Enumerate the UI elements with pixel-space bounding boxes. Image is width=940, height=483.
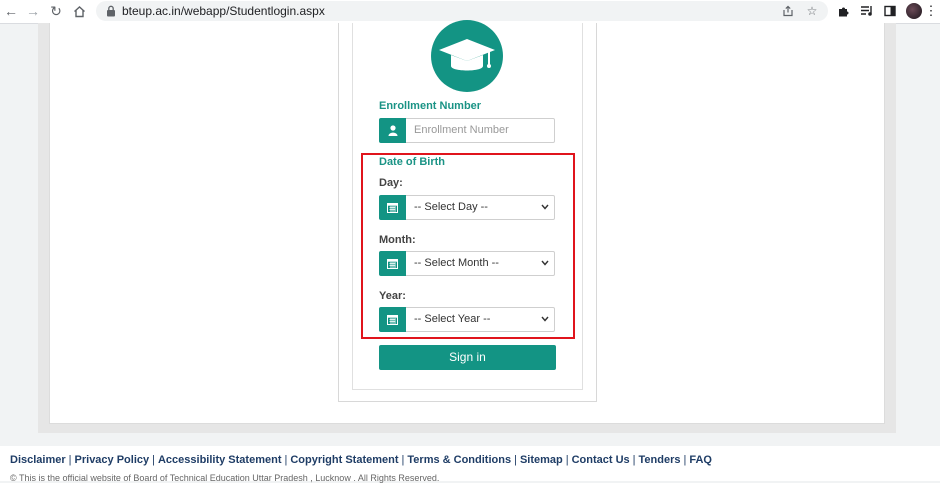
year-label: Year: — [379, 290, 406, 302]
enrollment-number-input[interactable]: Enrollment Number — [406, 118, 555, 143]
url-text: bteup.ac.in/webapp/Studentlogin.aspx — [122, 4, 325, 18]
day-select-value: -- Select Day -- — [414, 201, 488, 213]
share-icon[interactable] — [780, 3, 796, 19]
month-select[interactable]: -- Select Month -- — [406, 251, 555, 276]
calendar-icon — [379, 307, 406, 332]
media-queue-icon[interactable] — [858, 2, 876, 20]
chevron-down-icon — [541, 260, 549, 266]
side-panel-icon[interactable] — [881, 2, 899, 20]
year-select[interactable]: -- Select Year -- — [406, 307, 555, 332]
footer-link-sitemap[interactable]: Sitemap — [520, 454, 563, 466]
footer-copyright-note: © This is the official website of Board … — [10, 473, 440, 483]
footer-link-disclaimer[interactable]: Disclaimer — [10, 454, 66, 466]
month-select-value: -- Select Month -- — [414, 257, 499, 269]
month-input-group: -- Select Month -- — [379, 251, 555, 276]
calendar-icon — [379, 251, 406, 276]
address-bar[interactable]: bteup.ac.in/webapp/Studentlogin.aspx ☆ — [96, 1, 828, 21]
user-icon — [379, 118, 406, 143]
footer-link-terms-conditions[interactable]: Terms & Conditions — [407, 454, 511, 466]
reload-icon[interactable]: ↻ — [47, 2, 65, 20]
footer-link-copyright-statement[interactable]: Copyright Statement — [290, 454, 398, 466]
day-select[interactable]: -- Select Day -- — [406, 195, 555, 220]
footer-link-privacy-policy[interactable]: Privacy Policy — [75, 454, 150, 466]
site-footer: Disclaimer | Privacy Policy | Accessibility … — [0, 446, 940, 483]
dob-label: Date of Birth — [379, 156, 445, 168]
profile-avatar[interactable] — [906, 3, 922, 19]
footer-link-accessibility-statement[interactable]: Accessibility Statement — [158, 454, 282, 466]
year-input-group: -- Select Year -- — [379, 307, 555, 332]
footer-link-contact-us[interactable]: Contact Us — [572, 454, 630, 466]
back-arrow-icon[interactable]: ← — [2, 2, 20, 20]
footer-link-tenders[interactable]: Tenders — [639, 454, 681, 466]
bookmark-star-icon[interactable]: ☆ — [804, 3, 820, 19]
chevron-down-icon — [541, 316, 549, 322]
calendar-icon — [379, 195, 406, 220]
day-label: Day: — [379, 177, 403, 189]
enrollment-label: Enrollment Number — [379, 100, 482, 112]
footer-link-faq[interactable]: FAQ — [689, 454, 712, 466]
day-input-group: -- Select Day -- — [379, 195, 555, 220]
footer-links: Disclaimer | Privacy Policy | Accessibility … — [10, 454, 712, 466]
chevron-down-icon — [541, 204, 549, 210]
home-icon[interactable] — [70, 2, 88, 20]
forward-arrow-icon[interactable]: → — [24, 2, 42, 20]
lock-icon — [107, 5, 115, 17]
year-select-value: -- Select Year -- — [414, 313, 491, 325]
menu-dots-icon[interactable]: ⋮ — [922, 2, 940, 20]
graduation-cap-logo-icon — [431, 20, 503, 92]
month-label: Month: — [379, 234, 416, 246]
extensions-puzzle-icon[interactable] — [834, 2, 852, 20]
sign-in-button[interactable]: Sign in — [379, 345, 556, 370]
enrollment-input-group: Enrollment Number — [379, 118, 555, 143]
